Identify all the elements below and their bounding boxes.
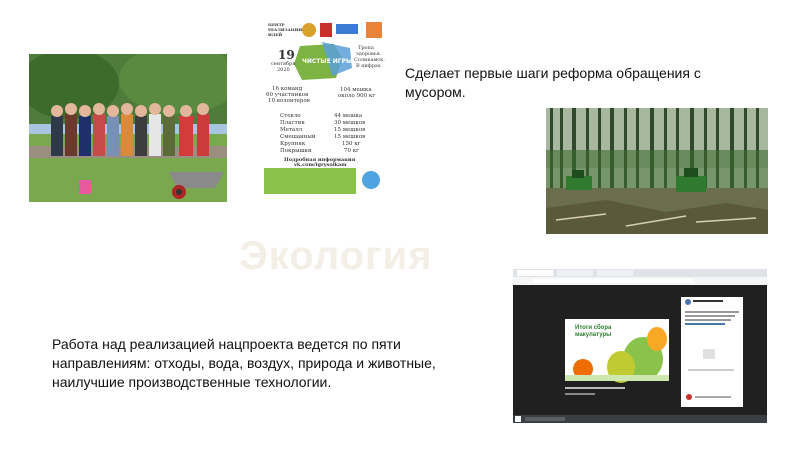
poster-material-value: 30 мешков xyxy=(334,120,366,126)
caption-top: Сделает первые шаги реформа обращения с … xyxy=(405,65,701,100)
event-poster: ЦЕНТР РЕАЛИЗАЦИИ ИДЕЙ 19 сентября 2020 ЧИС… xyxy=(262,18,386,200)
poster-material-name: Пластик xyxy=(280,120,305,126)
poster-info-link: vk.com/igrysolkam xyxy=(294,162,347,168)
poster-material-name: Металл xyxy=(280,127,303,133)
poster-material-value: 70 кг xyxy=(344,148,360,154)
poster-slogan-4: В цифрах xyxy=(356,63,381,69)
poster-material-name: Стекло xyxy=(280,113,301,119)
volunteers-photo xyxy=(29,54,227,202)
poster-material-name: Покрышки xyxy=(280,148,312,154)
browser-screenshot: Итоги сбора макулатуры xyxy=(513,269,767,423)
poster-material-value: 150 кг xyxy=(342,141,361,147)
card-title: Итоги сбора макулатуры xyxy=(575,325,612,338)
poster-badge: ЧИСТЫЕ ИГРЫ xyxy=(302,58,353,65)
poster-date-day: 19 xyxy=(278,48,295,62)
poster-material-value: 44 мешка xyxy=(334,113,363,119)
forest-photo xyxy=(546,108,768,234)
poster-material-value: 15 мешков xyxy=(334,134,366,140)
poster-stat: 10 волонтеров xyxy=(268,98,310,104)
poster-material-name: Смешанный xyxy=(280,134,316,140)
poster-date-year: 2020 xyxy=(277,67,290,73)
poster-stat: около 900 кг xyxy=(338,93,376,99)
poster-material-name: Крупняк xyxy=(280,141,306,147)
slide-title: Экология xyxy=(239,234,433,278)
caption-bottom: Работа над реализацией нацпроекта ведетс… xyxy=(52,336,436,390)
poster-material-value: 15 мешков xyxy=(334,127,366,133)
